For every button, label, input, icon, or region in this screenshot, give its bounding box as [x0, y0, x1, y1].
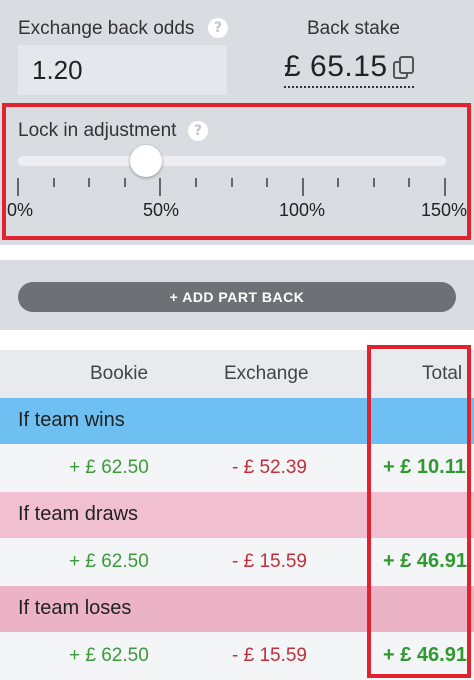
slider-tick — [444, 178, 446, 196]
slider-tick — [194, 178, 197, 187]
bookie-value: + £ 62.50 — [69, 645, 149, 666]
tick-label-150: 150% — [421, 200, 468, 220]
slider-tick — [266, 178, 269, 187]
slider-tick — [17, 178, 19, 196]
slider-tick — [88, 178, 91, 187]
section-divider — [0, 245, 474, 260]
slider-tick — [301, 178, 304, 196]
exchange-value: - £ 15.59 — [232, 551, 307, 572]
bookie-value: + £ 62.50 — [69, 457, 149, 478]
slider-tick — [337, 178, 340, 187]
slider-tick — [159, 178, 162, 196]
add-part-back-button[interactable]: + ADD PART BACK — [18, 282, 456, 312]
slider-tick — [52, 178, 55, 187]
lock-adjustment-label: Lock in adjustment — [18, 120, 177, 141]
header-exchange: Exchange — [224, 363, 309, 384]
total-column-highlight — [367, 345, 471, 678]
slider-tick — [230, 178, 233, 187]
exchange-value: - £ 52.39 — [232, 457, 307, 478]
tick-label-100: 100% — [279, 200, 326, 220]
exchange-odds-input[interactable] — [18, 45, 227, 95]
outcome-label: If team loses — [18, 597, 132, 619]
lock-adjustment-slider[interactable] — [18, 156, 446, 166]
outcome-label: If team wins — [18, 409, 125, 431]
outcome-label: If team draws — [18, 503, 139, 525]
exchange-value: - £ 15.59 — [232, 645, 307, 666]
tick-label-0: 0% — [7, 200, 34, 220]
copy-icon[interactable] — [392, 55, 416, 81]
stake-underline — [284, 86, 414, 88]
slider-thumb[interactable] — [130, 145, 163, 177]
tick-label-50: 50% — [143, 200, 180, 220]
slider-tick — [123, 178, 126, 187]
slider-tick — [372, 178, 375, 187]
slider-tick — [408, 178, 411, 187]
help-icon[interactable]: ? — [208, 18, 228, 38]
back-stake-label: Back stake — [307, 18, 400, 39]
exchange-odds-label: Exchange back odds — [18, 18, 195, 39]
bookie-value: + £ 62.50 — [69, 551, 149, 572]
back-stake-value: £ 65.15 — [284, 50, 388, 83]
header-bookie: Bookie — [90, 363, 149, 384]
help-icon[interactable]: ? — [188, 121, 208, 141]
